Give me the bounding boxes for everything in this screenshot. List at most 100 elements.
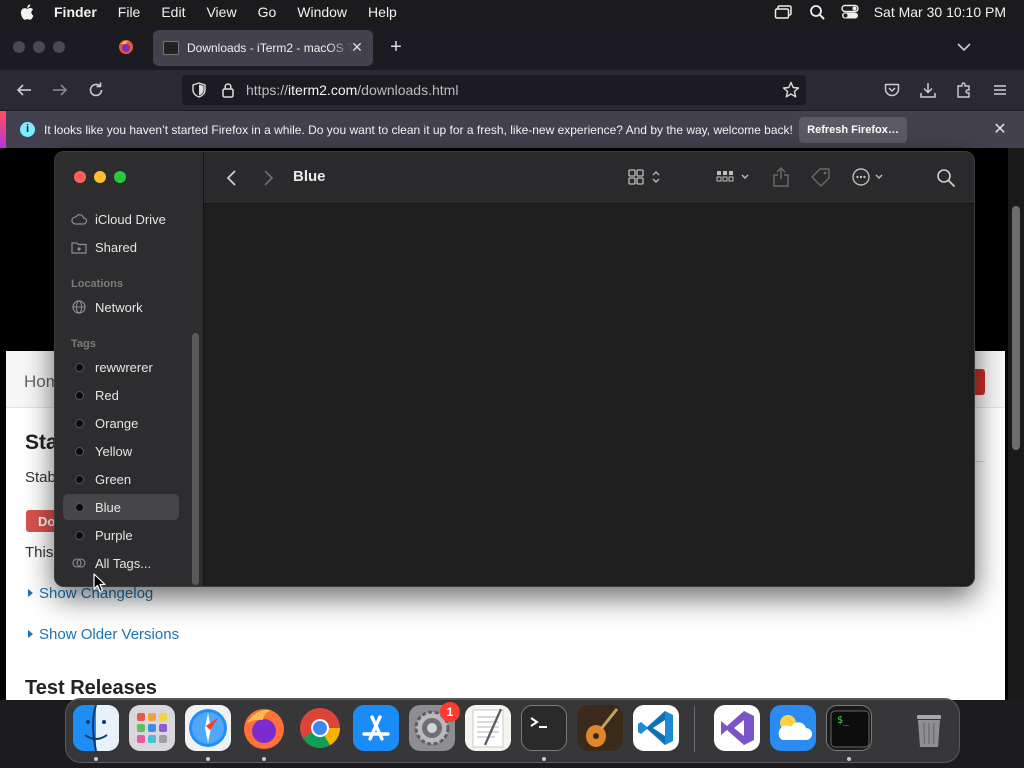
page-scrollbar-thumb[interactable] (1012, 206, 1020, 450)
tag-icon[interactable] (810, 167, 832, 187)
sidebar-section-tags: Tags (71, 338, 96, 350)
dock-safari-icon[interactable] (185, 705, 231, 751)
notification-accent (0, 111, 6, 149)
cloud-icon (71, 211, 87, 227)
sidebar-item-label: Network (95, 299, 143, 315)
action-menu-icon[interactable] (851, 167, 887, 187)
dock-vscode-icon[interactable] (633, 705, 679, 751)
dock-finder-icon[interactable] (73, 705, 119, 751)
menu-file[interactable]: File (118, 4, 141, 20)
menubar-clock[interactable]: Sat Mar 30 10:10 PM (874, 4, 1006, 20)
shared-folder-icon (71, 239, 87, 255)
url-text[interactable]: https://iterm2.com/downloads.html (246, 82, 458, 98)
dock-visual-studio-icon[interactable] (714, 705, 760, 751)
globe-icon (71, 299, 87, 315)
share-icon[interactable] (771, 166, 791, 188)
url-host: iterm2.com (288, 82, 358, 98)
dock-weather-icon[interactable] (770, 705, 816, 751)
dock-app-store-icon[interactable] (353, 705, 399, 751)
dock-running-indicator (542, 757, 546, 761)
sidebar-item-label: Blue (95, 499, 122, 515)
menu-help[interactable]: Help (368, 4, 397, 20)
pocket-icon[interactable] (883, 81, 901, 99)
display-mirroring-icon[interactable] (774, 4, 794, 20)
forward-chevron-icon[interactable] (261, 169, 275, 187)
stable-description: Stab (25, 469, 56, 486)
lock-icon[interactable] (221, 82, 235, 98)
all-tags-icon (71, 555, 87, 571)
dock-textedit-icon[interactable] (465, 705, 511, 751)
tracking-protection-shield-icon[interactable] (191, 82, 207, 98)
window-minimize-button[interactable] (94, 171, 106, 183)
url-bar[interactable]: https://iterm2.com/downloads.html (182, 75, 806, 105)
sidebar-item-network[interactable]: Network (63, 294, 179, 320)
dock-firefox-icon[interactable] (241, 705, 287, 751)
sidebar-scrollbar[interactable] (192, 333, 199, 585)
group-by-icon[interactable] (715, 168, 753, 186)
dock-terminal-icon[interactable] (521, 705, 567, 751)
sidebar-tag-blue[interactable]: Blue (63, 494, 179, 520)
tab-iterm2-downloads[interactable]: Downloads - iTerm2 - macOS Terminal Repl… (153, 30, 373, 66)
show-changelog-link[interactable]: Show Changelog (28, 585, 153, 602)
window-close-button[interactable] (74, 171, 86, 183)
browser-close-button[interactable] (13, 41, 25, 53)
dock-chrome-icon[interactable] (297, 705, 343, 751)
sidebar-all-tags[interactable]: All Tags... (63, 550, 179, 576)
sidebar-tag-orange[interactable]: Orange (63, 410, 179, 436)
sidebar-item-icloud-drive[interactable]: iCloud Drive (63, 206, 179, 232)
sidebar-tag-rewwrerer[interactable]: rewwrerer (63, 354, 179, 380)
firefox-view-icon[interactable] (118, 39, 134, 55)
finder-content-area[interactable] (204, 204, 974, 586)
refresh-firefox-button[interactable]: Refresh Firefox… (799, 117, 907, 143)
downloads-icon[interactable] (919, 81, 937, 99)
search-icon[interactable] (936, 168, 956, 188)
tab-close-icon[interactable]: ✕ (349, 39, 365, 55)
sidebar-tag-green[interactable]: Green (63, 466, 179, 492)
menu-edit[interactable]: Edit (161, 4, 185, 20)
system-settings-badge: 1 (440, 702, 460, 722)
browser-minimize-button[interactable] (33, 41, 45, 53)
back-chevron-icon[interactable] (225, 169, 239, 187)
control-center-icon[interactable] (840, 4, 860, 20)
tag-dot-icon (71, 387, 87, 403)
browser-zoom-button[interactable] (53, 41, 65, 53)
new-tab-icon[interactable]: + (387, 37, 405, 57)
extensions-puzzle-icon[interactable] (955, 81, 973, 99)
sidebar-item-shared[interactable]: Shared (63, 234, 179, 260)
spotlight-icon[interactable] (807, 4, 827, 20)
forward-arrow-icon[interactable] (51, 81, 69, 99)
notification-message: It looks like you haven’t started Firefo… (44, 122, 793, 137)
apple-menu-icon[interactable] (18, 4, 36, 20)
dock-iterm2-icon[interactable]: $_ (826, 705, 872, 751)
sidebar-item-label: rewwrerer (95, 359, 153, 375)
sidebar-item-label: Shared (95, 239, 137, 255)
menu-window[interactable]: Window (297, 4, 347, 20)
reload-icon[interactable] (87, 81, 105, 99)
menu-app-finder[interactable]: Finder (54, 4, 97, 20)
sidebar-tag-yellow[interactable]: Yellow (63, 438, 179, 464)
sidebar-tag-purple[interactable]: Purple (63, 522, 179, 548)
window-zoom-button[interactable] (114, 171, 126, 183)
tag-dot-icon (71, 443, 87, 459)
back-arrow-icon[interactable] (15, 81, 33, 99)
url-path: /downloads.html (357, 82, 459, 98)
view-mode-grid-icon[interactable] (627, 168, 663, 186)
hamburger-menu-icon[interactable] (991, 81, 1009, 99)
menu-view[interactable]: View (206, 4, 236, 20)
bookmark-star-icon[interactable] (782, 81, 800, 99)
show-older-versions-link[interactable]: Show Older Versions (28, 626, 179, 643)
tag-dot-icon (71, 359, 87, 375)
dock-launchpad-icon[interactable] (129, 705, 175, 751)
list-all-tabs-chevron-icon[interactable] (955, 40, 973, 54)
menu-go[interactable]: Go (258, 4, 277, 20)
notification-close-icon[interactable]: ✕ (992, 122, 1008, 138)
dock-trash-icon[interactable] (906, 705, 952, 751)
finder-window: Blue iCloud Drive Shared Locations Netwo… (54, 151, 975, 587)
sidebar-item-label: All Tags... (95, 555, 152, 571)
disclosure-triangle-icon (28, 630, 33, 638)
sidebar-item-label: Red (95, 387, 119, 403)
tag-dot-icon (71, 527, 87, 543)
dock-garageband-icon[interactable] (577, 705, 623, 751)
tag-dot-icon (71, 415, 87, 431)
sidebar-tag-red[interactable]: Red (63, 382, 179, 408)
